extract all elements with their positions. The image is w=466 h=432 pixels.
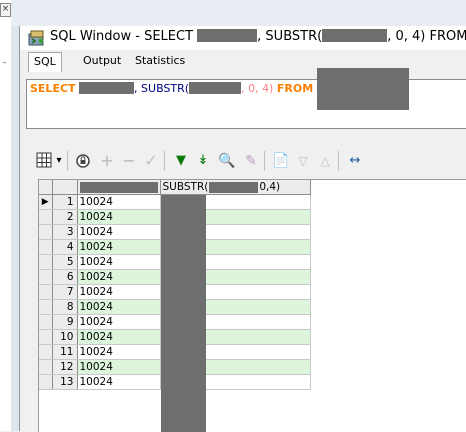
sort-up-icon[interactable]: △ [314,150,336,172]
lock-icon[interactable] [72,150,94,172]
column-header-id[interactable] [77,180,161,195]
row-number[interactable]: 1 [52,194,78,210]
row-number[interactable]: 9 [52,314,78,330]
cell-id[interactable]: 10024 [77,299,161,315]
header-text: 0,4) [259,181,281,193]
row-number[interactable]: 6 [52,269,78,285]
grid-toolbar: ▾ + − ✓ ▼ ↡ 🔍 ✎ 📄 ▽ △ ↔ [26,147,466,175]
sql-editor[interactable]: SELECT , SUBSTR( , 0, 4) FROM [26,68,466,129]
row-number[interactable]: 4 [52,239,78,255]
header-text: SUBSTR( [162,181,209,193]
cell-id[interactable]: 10024 [77,269,161,285]
post-record-icon[interactable]: ✓ [140,150,162,172]
row-number[interactable]: 7 [52,284,78,300]
row-number[interactable]: 12 [52,359,78,375]
keyword-from: FROM [276,82,314,95]
row-indicator[interactable] [39,314,53,330]
sql-window: SQL Window - SELECT , SUBSTR( , 0, 4) FRO… [19,26,466,432]
corner-cell [39,180,53,195]
row-indicator[interactable] [39,209,53,225]
row-indicator[interactable] [39,269,53,285]
toolbar-separator [264,151,265,171]
find-icon[interactable]: 🔍 [216,150,238,172]
row-indicator[interactable] [39,254,53,270]
title-suffix: , 0, 4) FROM [387,29,466,44]
row-number[interactable]: 2 [52,209,78,225]
cell-id[interactable]: 10024 [77,209,161,225]
row-indicator[interactable] [39,284,53,300]
tab-output[interactable]: Output [78,52,126,70]
header-row: SUBSTR( 0,4) [39,180,311,195]
rownum-header [52,180,78,195]
redacted-block [209,181,259,193]
cell-id[interactable]: 10024 [77,329,161,345]
toolbar-separator [164,151,165,171]
tab-sql[interactable]: SQL [28,52,62,72]
row-number[interactable]: 3 [52,224,78,240]
window-title: SQL Window - SELECT , SUBSTR( , 0, 4) FRO… [50,29,466,44]
sort-down-icon[interactable]: ▽ [292,150,314,172]
export-icon[interactable]: 📄 [270,150,292,172]
title-middle: , SUBSTR( [257,29,323,44]
dropdown-arrow-icon[interactable]: ▾ [54,150,64,172]
column-header-substr[interactable]: SUBSTR( 0,4) [160,180,311,195]
tab-statistics[interactable]: Statistics [130,52,190,70]
collapse-arrow-icon[interactable]: – [0,58,9,68]
row-indicator[interactable] [39,239,53,255]
cell-id[interactable]: 10024 [77,344,161,360]
fetch-last-icon[interactable]: ↡ [192,150,214,172]
grid-menu-icon[interactable] [34,150,56,172]
cell-id[interactable]: 10024 [77,314,161,330]
keyword-select: SELECT [30,82,76,95]
cell-id[interactable]: 10024 [77,359,161,375]
result-grid: SUBSTR(0,4) ▶110024100221002410023100241… [38,179,466,432]
cell-id[interactable]: 10024 [77,284,161,300]
row-number[interactable]: 13 [52,374,78,390]
row-indicator[interactable] [39,374,53,390]
toolbar-separator [338,151,339,171]
row-indicator[interactable] [39,299,53,315]
redacted-block [79,181,158,193]
row-indicator[interactable] [39,359,53,375]
toolbar-separator [67,151,68,171]
sql-text-line: SELECT , SUBSTR( , 0, 4) FROM [30,68,409,110]
redacted-block [79,82,135,94]
mdi-top-band [11,0,466,26]
row-number[interactable]: 5 [52,254,78,270]
clear-icon[interactable]: ✎ [240,150,262,172]
fetch-next-icon[interactable]: ▼ [170,150,192,172]
sql-window-icon [28,30,44,46]
substr-args: , 0, 4) [241,82,274,95]
delete-record-icon[interactable]: − [118,150,140,172]
row-indicator[interactable] [39,344,53,360]
substr-text: , SUBSTR( [134,82,190,95]
redacted-block [316,68,409,110]
row-indicator[interactable] [39,224,53,240]
row-indicator[interactable]: ▶ [39,194,53,210]
cell-id[interactable]: 10024 [77,374,161,390]
row-indicator[interactable] [39,329,53,345]
cell-id[interactable]: 10024 [77,239,161,255]
title-prefix: SQL Window - SELECT [50,29,194,44]
redacted-block [197,29,258,42]
row-number[interactable]: 10 [52,329,78,345]
row-number[interactable]: 8 [52,299,78,315]
restore-icon[interactable]: × [0,3,11,17]
add-record-icon[interactable]: + [96,150,118,172]
redacted-column-overlay [161,195,206,432]
link-icon[interactable]: ↔ [344,150,366,172]
cell-id[interactable]: 10024 [77,224,161,240]
redacted-block [322,29,388,42]
cell-id[interactable]: 10024 [77,254,161,270]
redacted-block [189,82,242,94]
row-number[interactable]: 11 [52,344,78,360]
window-titlebar[interactable]: SQL Window - SELECT , SUBSTR( , 0, 4) FRO… [20,26,466,50]
cell-id[interactable]: 10024 [77,194,161,210]
